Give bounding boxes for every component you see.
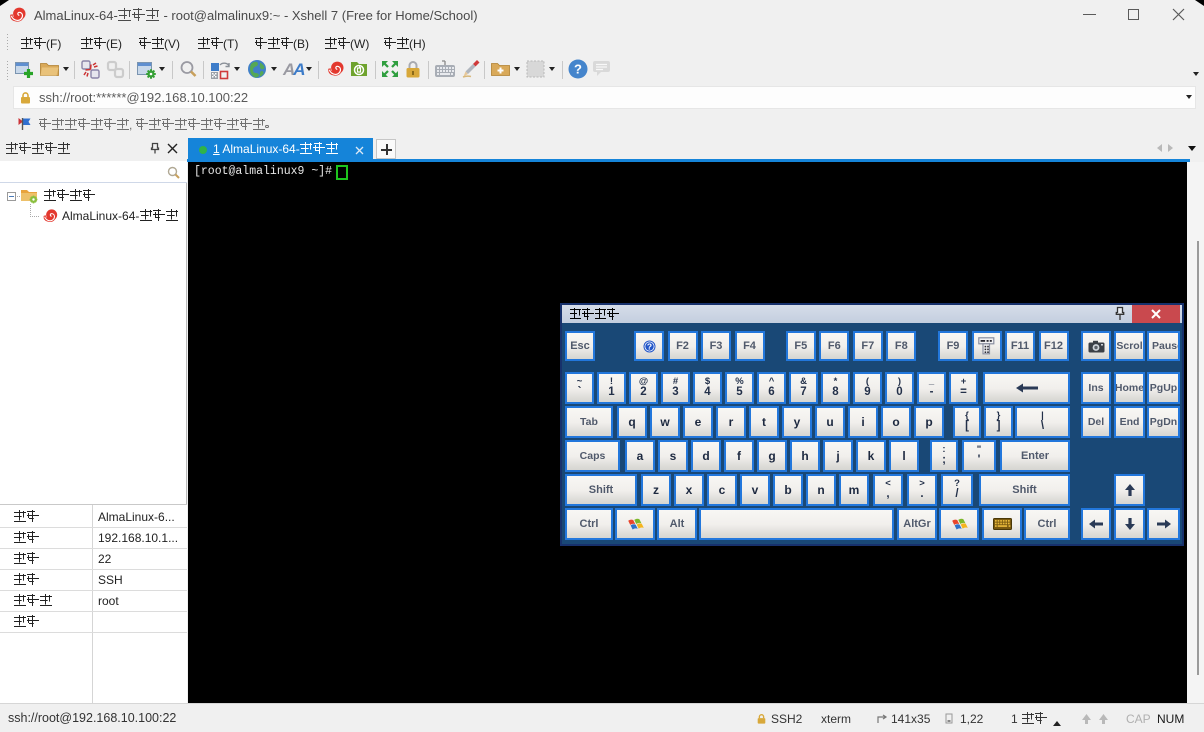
svg-text:?: ? [574,62,582,77]
